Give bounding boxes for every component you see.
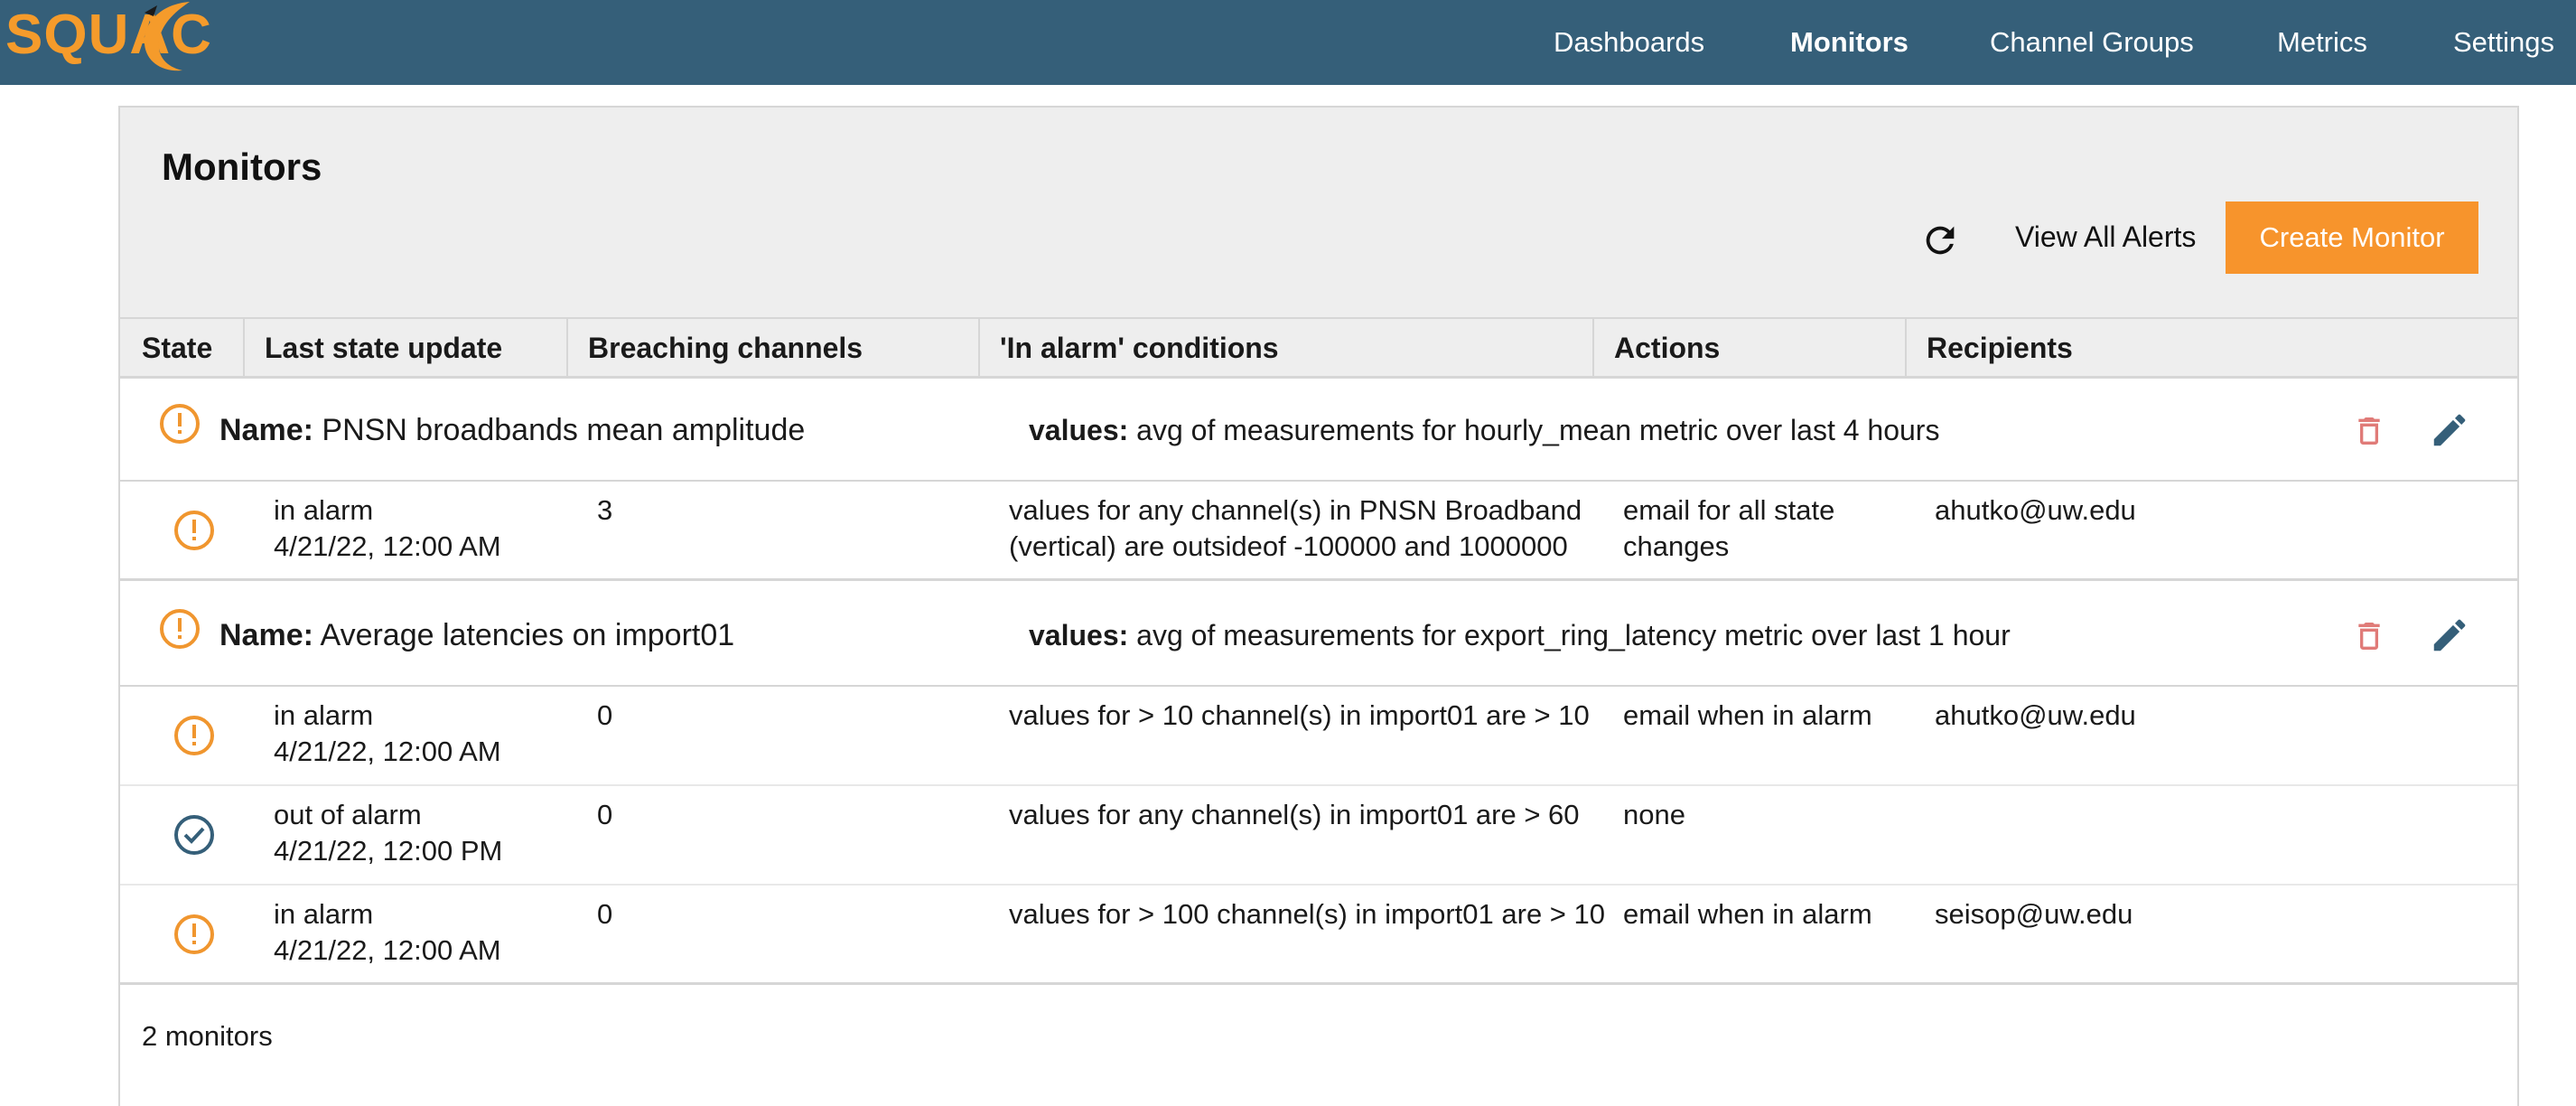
alert-recipients: seisop@uw.edu bbox=[1935, 898, 2133, 930]
nav-channel-groups[interactable]: Channel Groups bbox=[1990, 0, 2194, 85]
breaching-count: 0 bbox=[597, 898, 613, 930]
monitor-name-label: Name: bbox=[219, 413, 313, 447]
monitor-name: Name: PNSN broadbands mean amplitude bbox=[219, 379, 805, 482]
column-recipients[interactable]: Recipients bbox=[1927, 319, 2073, 377]
alarm-condition: values for > 10 channel(s) in import01 a… bbox=[1009, 699, 1590, 731]
monitor-values: values: avg of measurements for export_r… bbox=[1029, 584, 2011, 687]
alert-state: out of alarm 4/21/22, 12:00 PM bbox=[274, 797, 563, 869]
alert-action: email for all state changes bbox=[1623, 494, 1835, 562]
pencil-icon[interactable] bbox=[2429, 409, 2470, 455]
column-in-alarm-conditions[interactable]: 'In alarm' conditions bbox=[1000, 319, 1279, 377]
check-circle-icon bbox=[173, 813, 216, 861]
trash-icon[interactable] bbox=[2351, 616, 2387, 661]
alert-state-text: in alarm bbox=[274, 494, 374, 526]
breaching-count: 0 bbox=[597, 799, 613, 830]
alarm-condition: values for any channel(s) in PNSN Broadb… bbox=[1009, 494, 1582, 562]
alert-circle-icon bbox=[173, 509, 216, 557]
alert-time: 4/21/22, 12:00 PM bbox=[274, 835, 503, 867]
alert-time: 4/21/22, 12:00 AM bbox=[274, 736, 501, 767]
breaching-count: 0 bbox=[597, 699, 613, 731]
alert-state-text: in alarm bbox=[274, 699, 374, 731]
alert-circle-icon bbox=[173, 714, 216, 762]
monitor-values-text: avg of measurements for hourly_mean metr… bbox=[1136, 414, 1940, 446]
alert-row[interactable]: out of alarm 4/21/22, 12:00 PM 0 values f… bbox=[120, 786, 2517, 886]
alert-row[interactable]: in alarm 4/21/22, 12:00 AM 3 values for a… bbox=[120, 482, 2517, 581]
alert-row[interactable]: in alarm 4/21/22, 12:00 AM 0 values for >… bbox=[120, 687, 2517, 786]
alert-state-text: out of alarm bbox=[274, 799, 422, 830]
column-last-state-update[interactable]: Last state update bbox=[265, 319, 502, 377]
alert-time: 4/21/22, 12:00 AM bbox=[274, 934, 501, 966]
table-header: State Last state update Breaching channe… bbox=[120, 317, 2517, 379]
alert-state: in alarm 4/21/22, 12:00 AM bbox=[274, 698, 563, 770]
alert-state: in alarm 4/21/22, 12:00 AM bbox=[274, 492, 563, 565]
alert-state: in alarm 4/21/22, 12:00 AM bbox=[274, 896, 563, 969]
nav-monitors[interactable]: Monitors bbox=[1790, 0, 1909, 85]
trash-icon[interactable] bbox=[2351, 411, 2387, 455]
alert-action: email when in alarm bbox=[1623, 699, 1872, 731]
monitor-values-label: values: bbox=[1029, 414, 1129, 446]
pencil-icon[interactable] bbox=[2429, 614, 2470, 661]
top-navbar: SQUAC Dashboards Monitors Channel Groups… bbox=[0, 0, 2576, 85]
column-breaching-channels[interactable]: Breaching channels bbox=[588, 319, 863, 377]
monitor-values-text: avg of measurements for export_ring_late… bbox=[1136, 619, 2011, 651]
alert-row[interactable]: in alarm 4/21/22, 12:00 AM 0 values for >… bbox=[120, 886, 2517, 985]
view-all-alerts-link[interactable]: View All Alerts bbox=[2015, 216, 2196, 258]
nav-settings[interactable]: Settings bbox=[2453, 0, 2554, 85]
alert-action: email when in alarm bbox=[1623, 898, 1872, 930]
alarm-condition: values for > 100 channel(s) in import01 … bbox=[1009, 898, 1605, 930]
refresh-icon[interactable] bbox=[1919, 220, 1961, 261]
monitor-count: 2 monitors bbox=[142, 1020, 273, 1052]
column-divider bbox=[243, 319, 245, 377]
create-monitor-button[interactable]: Create Monitor bbox=[2226, 202, 2478, 274]
alert-circle-icon bbox=[158, 402, 201, 450]
nav-dashboards[interactable]: Dashboards bbox=[1554, 0, 1704, 85]
alert-recipients: ahutko@uw.edu bbox=[1935, 699, 2136, 731]
logo-swoosh-icon bbox=[144, 2, 190, 71]
monitor-name: Name: Average latencies on import01 bbox=[219, 584, 734, 687]
column-actions[interactable]: Actions bbox=[1614, 319, 1720, 377]
alert-circle-icon bbox=[158, 607, 201, 655]
alert-state-text: in alarm bbox=[274, 898, 374, 930]
monitor-row[interactable]: Name: Average latencies on import01 valu… bbox=[120, 584, 2517, 687]
monitors-card: Monitors View All Alerts Create Monitor … bbox=[118, 106, 2519, 1106]
alert-time: 4/21/22, 12:00 AM bbox=[274, 530, 501, 562]
squac-logo[interactable]: SQUAC bbox=[0, 0, 217, 85]
monitor-row[interactable]: Name: PNSN broadbands mean amplitude val… bbox=[120, 379, 2517, 482]
column-divider bbox=[978, 319, 980, 377]
page-title: Monitors bbox=[162, 145, 322, 188]
alert-circle-icon bbox=[173, 913, 216, 961]
monitor-values-label: values: bbox=[1029, 619, 1129, 651]
column-state[interactable]: State bbox=[142, 319, 212, 377]
alert-recipients: ahutko@uw.edu bbox=[1935, 494, 2136, 526]
monitor-name-value: PNSN broadbands mean amplitude bbox=[322, 413, 806, 447]
alarm-condition: values for any channel(s) in import01 ar… bbox=[1009, 799, 1580, 830]
nav-metrics[interactable]: Metrics bbox=[2277, 0, 2367, 85]
monitor-values: values: avg of measurements for hourly_m… bbox=[1029, 379, 1939, 482]
alert-action: none bbox=[1623, 799, 1685, 830]
breaching-count: 3 bbox=[597, 494, 613, 526]
card-header: Monitors View All Alerts Create Monitor bbox=[120, 108, 2517, 317]
column-divider bbox=[1592, 319, 1594, 377]
monitor-name-label: Name: bbox=[219, 618, 313, 652]
column-divider bbox=[566, 319, 568, 377]
column-divider bbox=[1905, 319, 1907, 377]
monitor-name-value: Average latencies on import01 bbox=[320, 618, 735, 652]
